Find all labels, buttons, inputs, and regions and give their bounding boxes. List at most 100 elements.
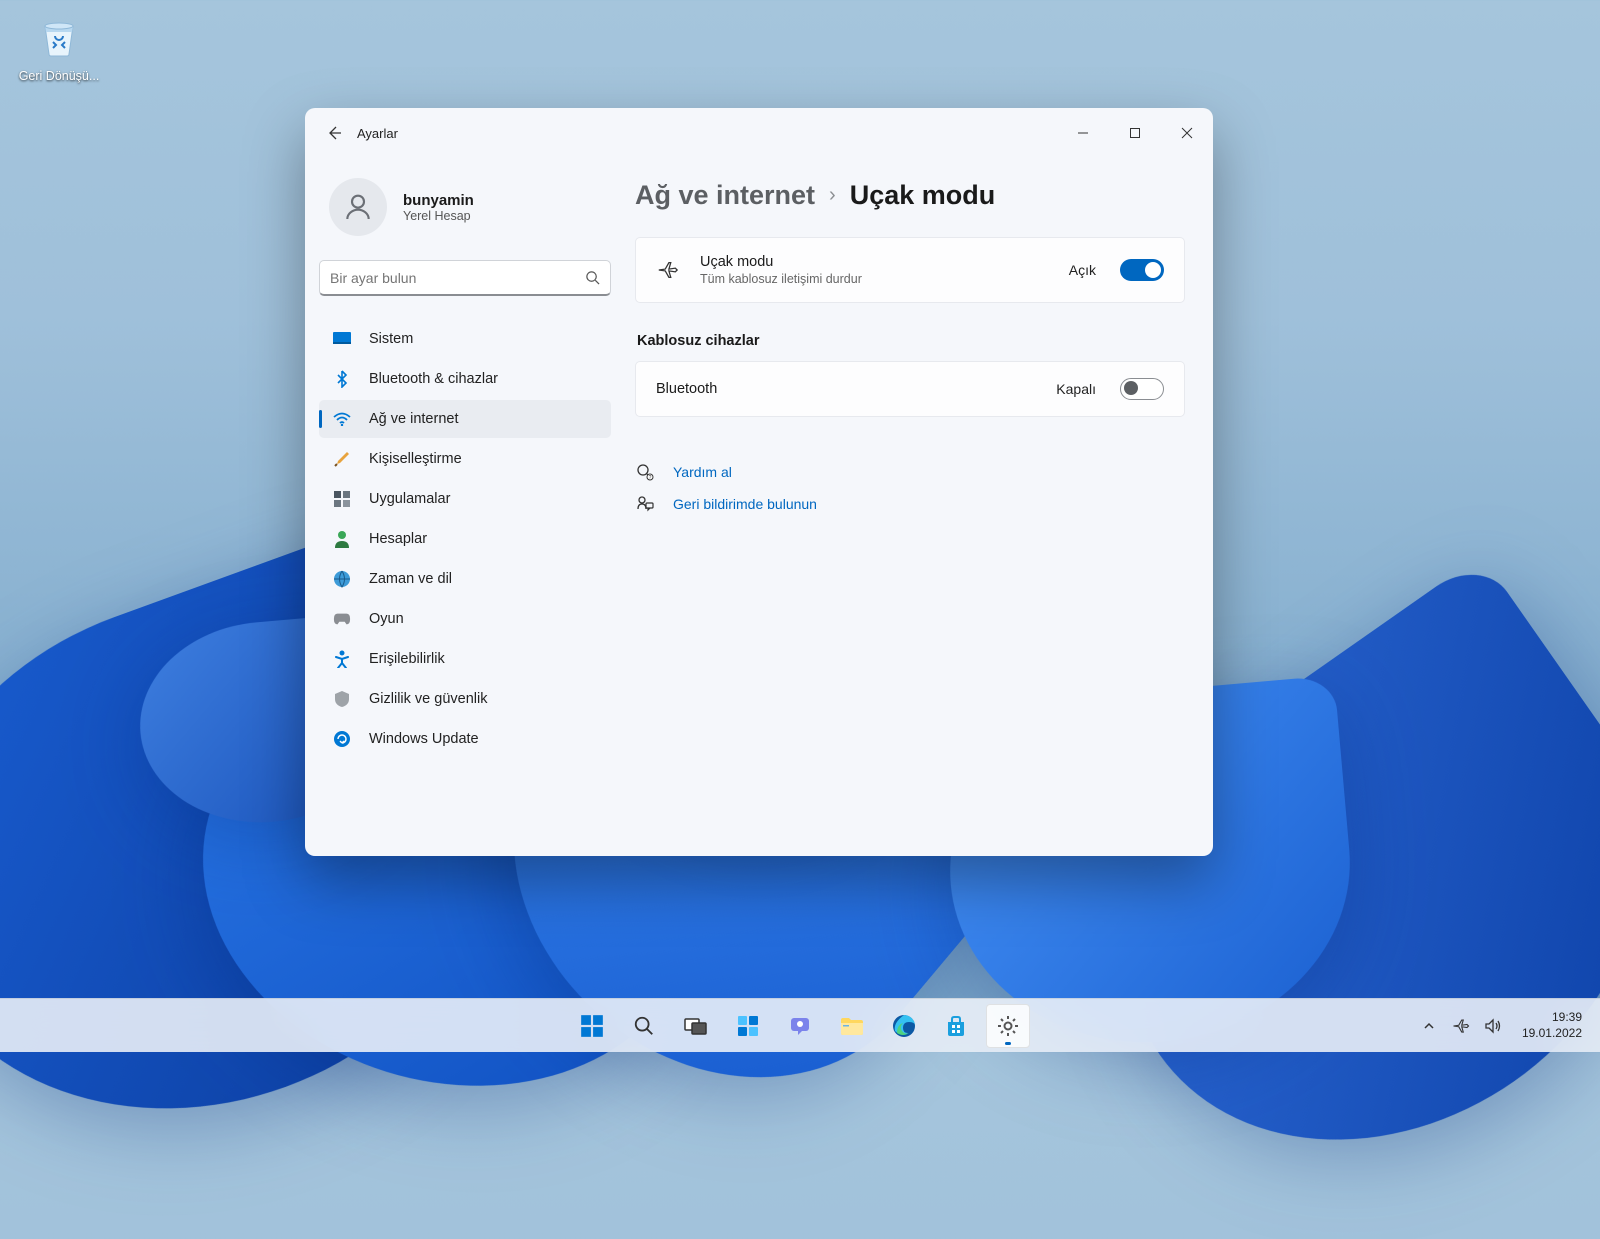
airplane-title: Uçak modu [700,254,1049,270]
nav-system[interactable]: Sistem [319,320,611,358]
globe-clock-icon [333,570,351,588]
sidebar: bunyamin Yerel Hesap Sistem Bluetooth & … [305,158,625,856]
tray-overflow[interactable] [1416,1006,1442,1046]
gamepad-icon [333,610,351,628]
store[interactable] [934,1004,978,1048]
folder-icon [839,1015,865,1037]
nav-list: Sistem Bluetooth & cihazlar Ağ ve intern… [319,320,611,758]
search-box[interactable] [319,260,611,296]
settings-window: Ayarlar bunyamin Yerel Hesap [305,108,1213,856]
nav-label: Gizlilik ve güvenlik [369,691,487,707]
update-icon [333,730,351,748]
window-title: Ayarlar [357,126,398,141]
minimize-button[interactable] [1057,114,1109,152]
taskbar-clock[interactable]: 19:39 19.01.2022 [1512,1010,1592,1041]
recycle-bin-icon [35,12,83,60]
search-icon [585,270,600,285]
clock-time: 19:39 [1522,1010,1582,1026]
widgets-icon [736,1014,760,1038]
chat[interactable] [778,1004,822,1048]
file-explorer[interactable] [830,1004,874,1048]
person-icon [342,191,374,223]
maximize-button[interactable] [1109,114,1161,152]
bluetooth-card: Bluetooth Kapalı [635,361,1185,417]
bluetooth-toggle[interactable] [1120,378,1164,400]
nav-label: Bluetooth & cihazlar [369,371,498,387]
airplane-subtitle: Tüm kablosuz iletişimi durdur [700,272,1049,286]
arrow-left-icon [326,125,342,141]
start-button[interactable] [570,1004,614,1048]
search-input[interactable] [330,270,585,286]
nav-accounts[interactable]: Hesaplar [319,520,611,558]
settings-taskbar[interactable] [986,1004,1030,1048]
shield-icon [333,690,351,708]
display-icon [333,330,351,348]
feedback-link[interactable]: Geri bildirimde bulunun [635,495,1185,513]
store-icon [944,1014,968,1038]
nav-label: Sistem [369,331,413,347]
airplane-state-label: Açık [1069,262,1096,278]
clock-date: 19.01.2022 [1522,1026,1582,1042]
tray-volume[interactable] [1480,1006,1506,1046]
minimize-icon [1077,127,1089,139]
nav-time-language[interactable]: Zaman ve dil [319,560,611,598]
accessibility-icon [333,650,351,668]
nav-apps[interactable]: Uygulamalar [319,480,611,518]
breadcrumb-parent[interactable]: Ağ ve internet [635,180,815,211]
volume-icon [1484,1017,1502,1035]
maximize-icon [1129,127,1141,139]
nav-gaming[interactable]: Oyun [319,600,611,638]
windows-icon [579,1013,605,1039]
get-help-label: Yardım al [673,464,732,480]
recycle-bin[interactable]: Geri Dönüşü... [18,12,100,84]
bluetooth-state-label: Kapalı [1056,381,1096,397]
nav-label: Ağ ve internet [369,411,458,427]
close-icon [1181,127,1193,139]
taskbar: 19:39 19.01.2022 [0,998,1600,1052]
feedback-icon [635,495,655,513]
system-tray: 19:39 19.01.2022 [1416,1006,1592,1046]
edge-icon [891,1013,917,1039]
taskbar-center [570,1004,1030,1048]
back-button[interactable] [317,116,351,150]
nav-accessibility[interactable]: Erişilebilirlik [319,640,611,678]
nav-label: Kişiselleştirme [369,451,462,467]
get-help-link[interactable]: ? Yardım al [635,463,1185,481]
nav-personalization[interactable]: Kişiselleştirme [319,440,611,478]
nav-label: Windows Update [369,731,479,747]
edge[interactable] [882,1004,926,1048]
help-icon: ? [635,463,655,481]
tray-airplane[interactable] [1448,1006,1474,1046]
airplane-mode-card: Uçak modu Tüm kablosuz iletişimi durdur … [635,237,1185,303]
wifi-icon [333,410,351,428]
nav-privacy[interactable]: Gizlilik ve güvenlik [319,680,611,718]
account-icon [333,530,351,548]
bluetooth-icon [333,370,351,388]
nav-network[interactable]: Ağ ve internet [319,400,611,438]
nav-label: Uygulamalar [369,491,450,507]
titlebar: Ayarlar [305,108,1213,158]
breadcrumb: Ağ ve internet › Uçak modu [635,180,1185,211]
widgets[interactable] [726,1004,770,1048]
nav-windows-update[interactable]: Windows Update [319,720,611,758]
nav-label: Erişilebilirlik [369,651,445,667]
content-area: Ağ ve internet › Uçak modu Uçak modu Tüm… [625,158,1213,856]
taskbar-search[interactable] [622,1004,666,1048]
paintbrush-icon [333,450,351,468]
chevron-right-icon: › [829,184,836,207]
task-view[interactable] [674,1004,718,1048]
nav-label: Oyun [369,611,404,627]
profile-subtitle: Yerel Hesap [403,209,474,223]
profile-name: bunyamin [403,192,474,209]
airplane-toggle[interactable] [1120,259,1164,281]
svg-text:?: ? [649,475,652,481]
close-button[interactable] [1161,114,1213,152]
airplane-icon [1452,1017,1470,1035]
avatar [329,178,387,236]
nav-bluetooth[interactable]: Bluetooth & cihazlar [319,360,611,398]
feedback-label: Geri bildirimde bulunun [673,496,817,512]
breadcrumb-current: Uçak modu [850,180,996,211]
profile-block[interactable]: bunyamin Yerel Hesap [319,166,611,256]
chevron-up-icon [1423,1020,1435,1032]
search-icon [633,1015,655,1037]
